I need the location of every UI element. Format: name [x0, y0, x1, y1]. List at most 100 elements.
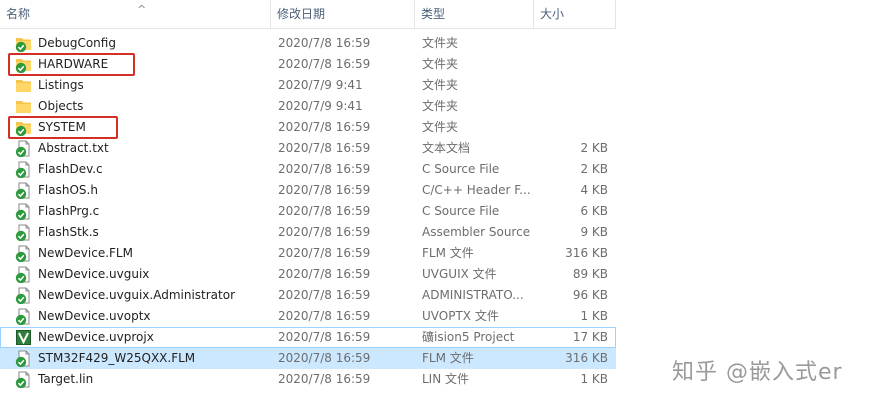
file-type: 文件夹	[422, 57, 459, 71]
column-name-label: 名称	[6, 7, 31, 21]
file-row[interactable]: NewDevice.uvoptx 2020/7/8 16:59 UVOPTX 文件 1…	[0, 306, 616, 327]
file-name: Abstract.txt	[38, 141, 109, 155]
file-type: UVOPTX 文件	[422, 309, 499, 323]
file-date: 2020/7/8 16:59	[278, 204, 371, 218]
file-type: LIN 文件	[422, 372, 470, 386]
file-row[interactable]: DebugConfig 2020/7/8 16:59 文件夹	[0, 33, 616, 54]
file-type: 礦ision5 Project	[422, 330, 515, 344]
file-type: 文件夹	[422, 99, 459, 113]
file-type: 文件夹	[422, 36, 459, 50]
file-date: 2020/7/8 16:59	[278, 36, 371, 50]
column-name-header[interactable]: 名称 ^	[0, 0, 271, 28]
file-type: ADMINISTRATO...	[422, 288, 524, 302]
file-name: NewDevice.uvguix	[38, 267, 150, 281]
column-date-label: 修改日期	[277, 7, 326, 21]
folder-synced-icon	[15, 35, 33, 53]
file-type: Assembler Source	[422, 225, 531, 239]
file-size: 89 KB	[572, 267, 608, 281]
file-row[interactable]: NewDevice.uvguix.Administrator 2020/7/8 1…	[0, 285, 616, 306]
file-size: 4 KB	[580, 183, 608, 197]
file-date: 2020/7/8 16:59	[278, 330, 371, 344]
file-date: 2020/7/8 16:59	[278, 120, 371, 134]
file-date: 2020/7/8 16:59	[278, 246, 371, 260]
file-synced-icon	[15, 245, 33, 263]
file-row[interactable]: Listings 2020/7/9 9:41 文件夹	[0, 75, 616, 96]
file-row[interactable]: STM32F429_W25QXX.FLM 2020/7/8 16:59 FLM 文件…	[0, 348, 616, 369]
file-size: 1 KB	[580, 372, 608, 386]
file-date: 2020/7/8 16:59	[278, 225, 371, 239]
highlight-box-hardware	[8, 53, 135, 76]
column-type-header[interactable]: 类型	[415, 0, 534, 28]
file-name: FlashPrg.c	[38, 204, 100, 218]
file-date: 2020/7/8 16:59	[278, 309, 371, 323]
file-size: 9 KB	[580, 225, 608, 239]
file-size: 1 KB	[580, 309, 608, 323]
file-date: 2020/7/9 9:41	[278, 99, 363, 113]
file-synced-icon	[15, 350, 33, 368]
file-name: Objects	[38, 99, 84, 113]
keil-project-icon	[15, 329, 33, 346]
file-row[interactable]: FlashDev.c 2020/7/8 16:59 C Source File 2 K…	[0, 159, 616, 180]
file-type: 文本文档	[422, 141, 471, 155]
file-row[interactable]: Target.lin 2020/7/8 16:59 LIN 文件 1 KB	[0, 369, 616, 390]
file-row[interactable]: NewDevice.uvguix 2020/7/8 16:59 UVGUIX 文件 8…	[0, 264, 616, 285]
file-name: FlashDev.c	[38, 162, 103, 176]
file-name: NewDevice.uvguix.Administrator	[38, 288, 236, 302]
file-size: 17 KB	[572, 330, 608, 344]
file-row[interactable]: FlashStk.s 2020/7/8 16:59 Assembler Source…	[0, 222, 616, 243]
file-synced-icon	[15, 203, 33, 221]
file-name: NewDevice.uvoptx	[38, 309, 151, 323]
file-row[interactable]: Abstract.txt 2020/7/8 16:59 文本文档 2 KB	[0, 138, 616, 159]
file-synced-icon	[15, 266, 33, 284]
file-size: 2 KB	[580, 162, 608, 176]
highlight-box-system	[8, 116, 118, 139]
file-date: 2020/7/8 16:59	[278, 141, 371, 155]
file-type: 文件夹	[422, 78, 459, 92]
file-name: STM32F429_W25QXX.FLM	[38, 351, 196, 365]
file-synced-icon	[15, 308, 33, 326]
file-synced-icon	[15, 371, 33, 389]
column-size-header[interactable]: 大小	[534, 0, 616, 28]
file-size: 6 KB	[580, 204, 608, 218]
column-date-header[interactable]: 修改日期	[271, 0, 415, 28]
file-type: UVGUIX 文件	[422, 267, 497, 281]
column-size-label: 大小	[540, 7, 565, 21]
file-size: 316 KB	[565, 351, 608, 365]
file-type: C Source File	[422, 204, 500, 218]
file-name: FlashOS.h	[38, 183, 98, 197]
file-name: Listings	[38, 78, 84, 92]
column-type-label: 类型	[421, 7, 446, 21]
file-row[interactable]: NewDevice.FLM 2020/7/8 16:59 FLM 文件 316 KB	[0, 243, 616, 264]
file-type: C Source File	[422, 162, 500, 176]
file-synced-icon	[15, 287, 33, 305]
sort-up-icon: ^	[137, 3, 147, 16]
file-name: NewDevice.uvprojx	[38, 330, 154, 344]
column-header: 名称 ^ 修改日期 类型 大小	[0, 0, 616, 29]
file-name: NewDevice.FLM	[38, 246, 133, 260]
file-name: DebugConfig	[38, 36, 116, 50]
file-size: 316 KB	[565, 246, 608, 260]
file-synced-icon	[15, 161, 33, 179]
folder-icon	[15, 98, 33, 115]
file-synced-icon	[15, 140, 33, 158]
watermark: 知乎 @嵌入式er	[672, 360, 843, 385]
file-date: 2020/7/8 16:59	[278, 288, 371, 302]
file-synced-icon	[15, 182, 33, 200]
file-size: 2 KB	[580, 141, 608, 155]
file-date: 2020/7/9 9:41	[278, 78, 363, 92]
file-type: FLM 文件	[422, 246, 474, 260]
file-size: 96 KB	[572, 288, 608, 302]
file-type: 文件夹	[422, 120, 459, 134]
file-row[interactable]: NewDevice.uvprojx 2020/7/8 16:59 礦ision5 P…	[0, 327, 616, 348]
file-date: 2020/7/8 16:59	[278, 372, 371, 386]
file-name: FlashStk.s	[38, 225, 99, 239]
file-synced-icon	[15, 224, 33, 242]
folder-icon	[15, 77, 33, 94]
file-row[interactable]: FlashOS.h 2020/7/8 16:59 C/C++ Header F...…	[0, 180, 616, 201]
file-name: Target.lin	[38, 372, 94, 386]
file-row[interactable]: FlashPrg.c 2020/7/8 16:59 C Source File 6 K…	[0, 201, 616, 222]
file-list: DebugConfig 2020/7/8 16:59 文件夹 HARDWARE 202…	[0, 33, 616, 390]
file-type: FLM 文件	[422, 351, 474, 365]
file-row[interactable]: Objects 2020/7/9 9:41 文件夹	[0, 96, 616, 117]
file-date: 2020/7/8 16:59	[278, 183, 371, 197]
